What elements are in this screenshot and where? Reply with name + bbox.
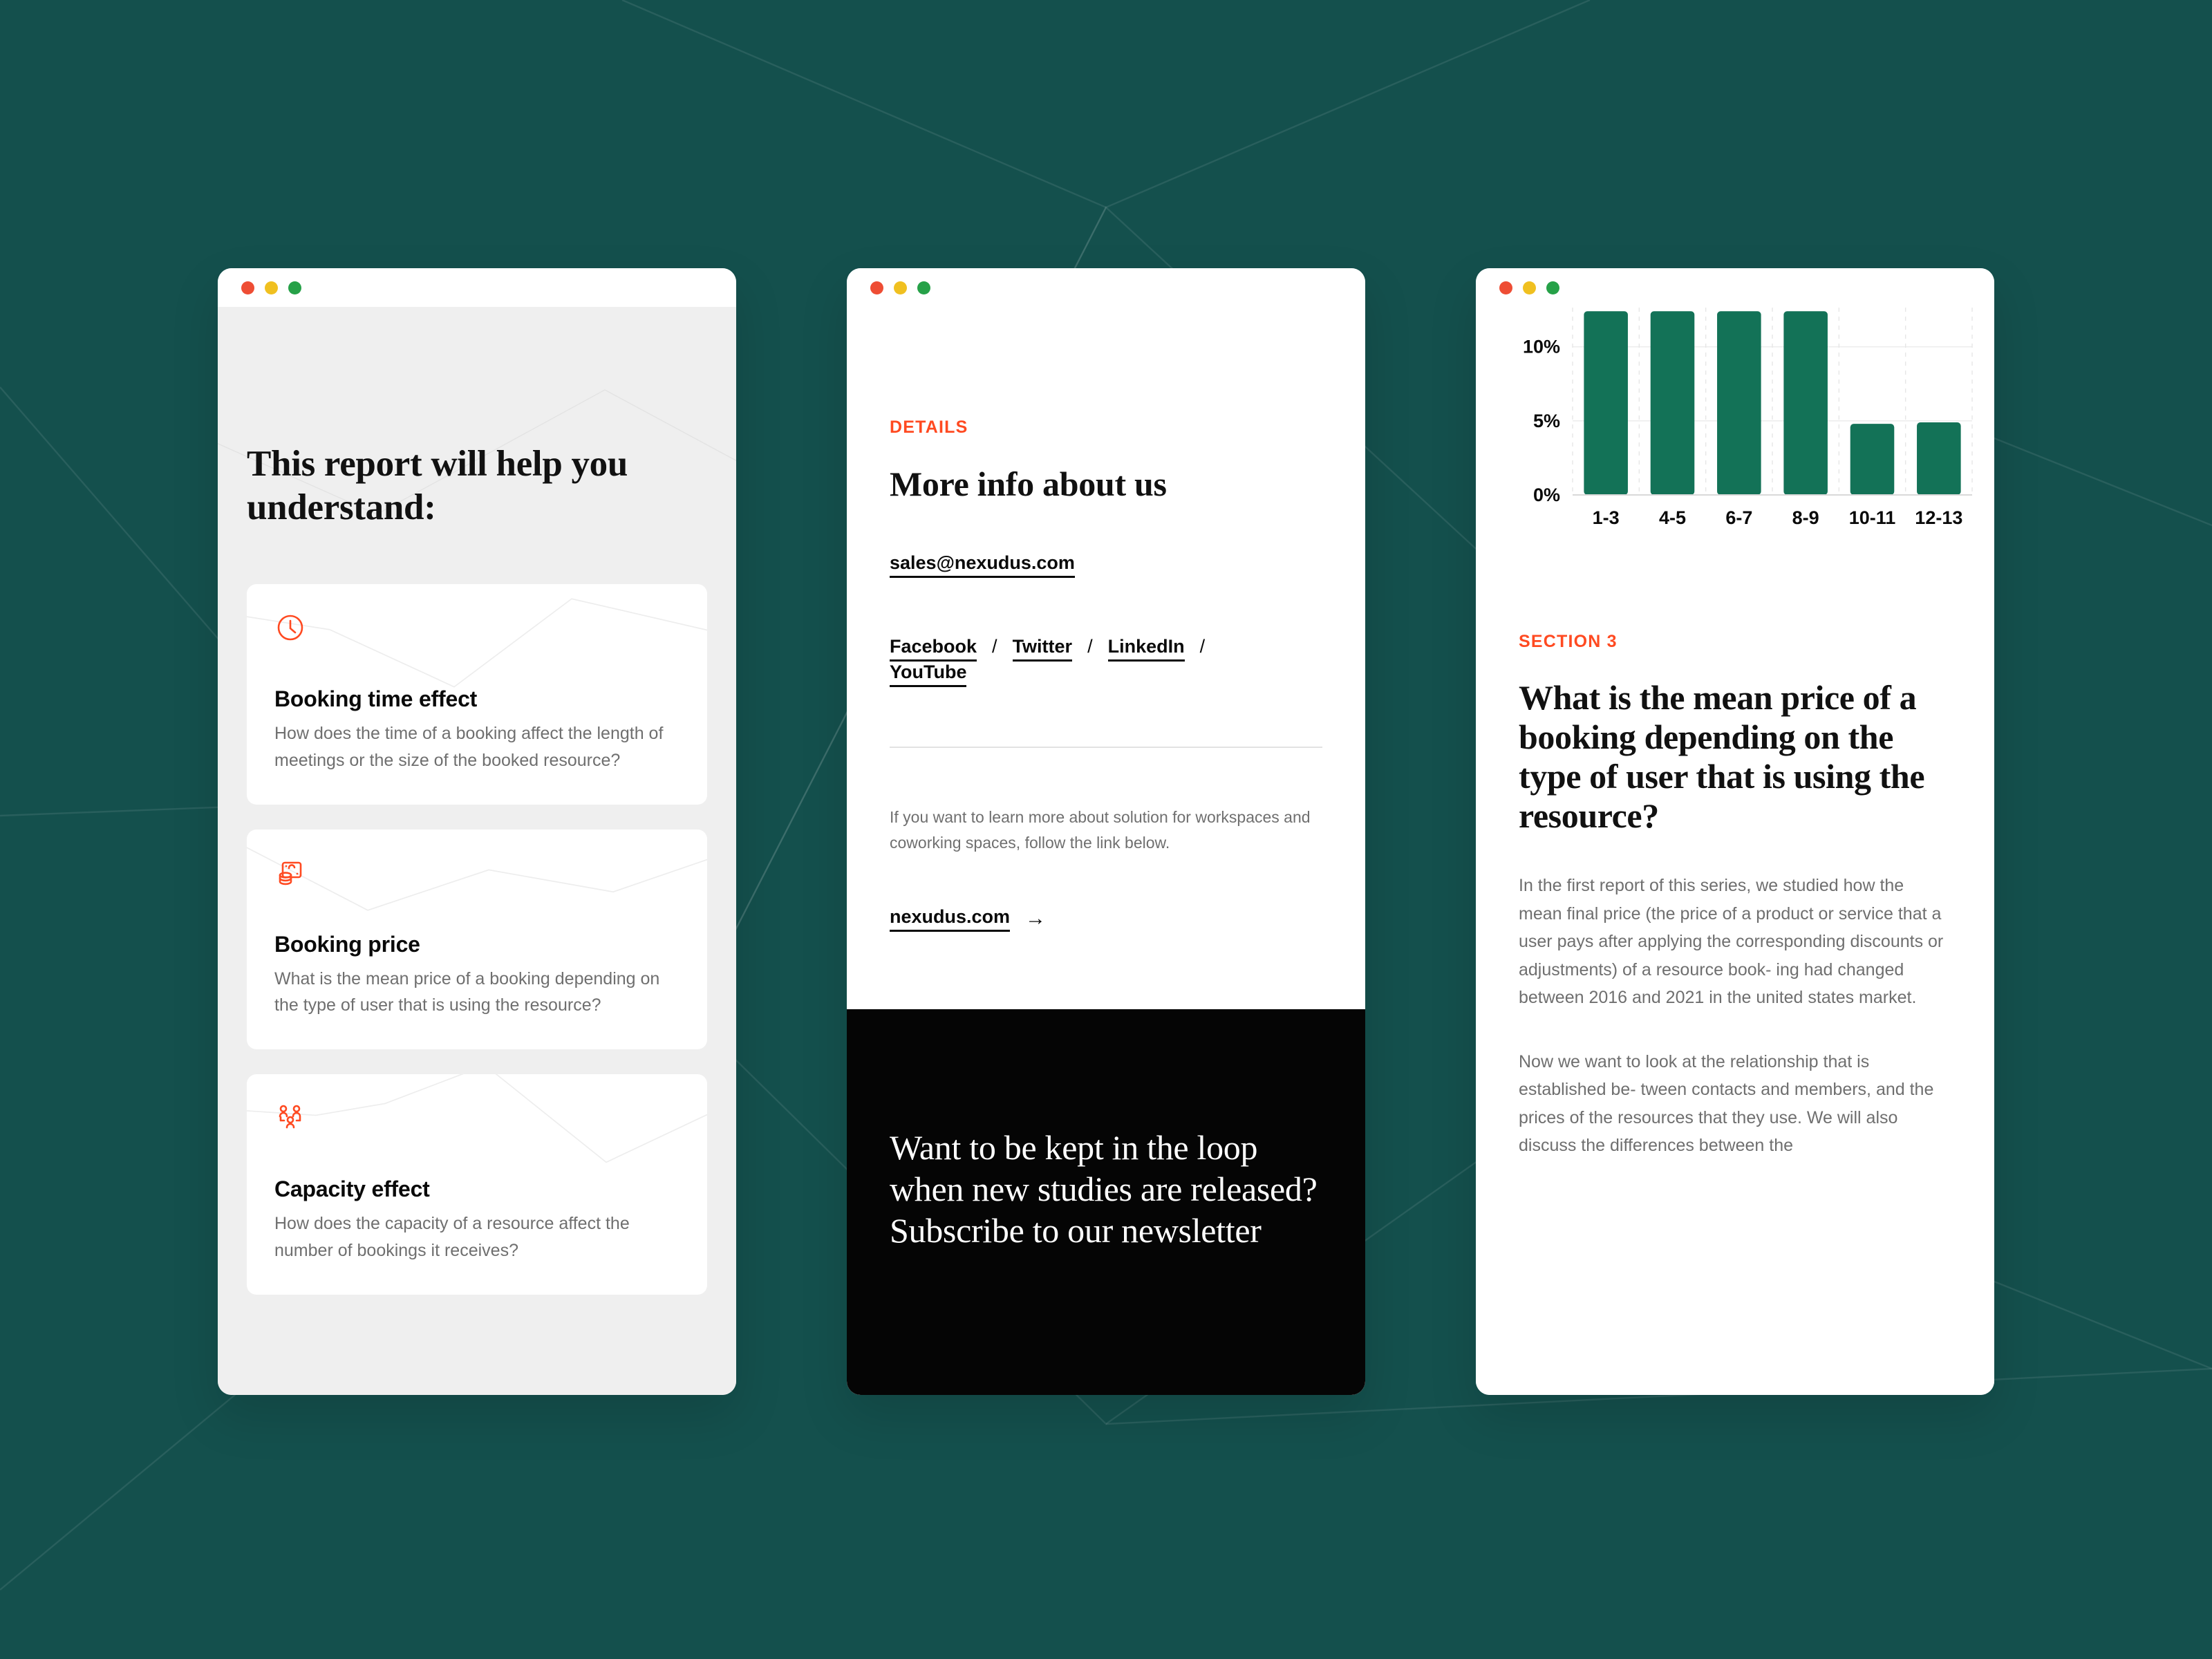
topic-card-booking-time-effect[interactable]: Booking time effect How does the time of… [247, 584, 707, 805]
money-coins-icon [274, 857, 306, 889]
newsletter-banner: Want to be kept in the loop when new stu… [847, 1009, 1365, 1395]
report-overview-page: This report will help you understand: Bo… [218, 307, 736, 1395]
window-viewport: This report will help you understand: Bo… [218, 307, 736, 1395]
separator-slash: / [992, 636, 997, 657]
clock-icon [274, 612, 306, 644]
social-link-facebook[interactable]: Facebook [890, 636, 977, 662]
email-link[interactable]: sales@nexudus.com [890, 552, 1075, 578]
separator-slash: / [1199, 636, 1206, 657]
svg-text:4-5: 4-5 [1659, 507, 1686, 528]
svg-text:10-11: 10-11 [1849, 507, 1896, 528]
contact-details-page: DETAILS More info about us sales@nexudus… [847, 307, 1365, 1395]
section-divider [890, 747, 1322, 748]
bar-chart-svg: 0% 5% 10% 1-3 4-5 6-7 8-9 10-11 12-13 [1523, 307, 1973, 528]
window-titlebar [847, 268, 1365, 307]
close-window-dot[interactable] [870, 281, 883, 294]
topic-card-list: Booking time effect How does the time of… [247, 584, 707, 1295]
social-link-twitter[interactable]: Twitter [1012, 636, 1073, 662]
panels-stage: This report will help you understand: Bo… [0, 0, 2212, 1659]
window-viewport: DETAILS More info about us sales@nexudus… [847, 307, 1365, 1395]
maximize-window-dot[interactable] [288, 281, 301, 294]
topic-card-capacity-effect[interactable]: Capacity effect How does the capacity of… [247, 1074, 707, 1295]
separator-slash: / [1087, 636, 1093, 657]
contact-details-body: DETAILS More info about us sales@nexudus… [847, 307, 1365, 932]
contact-note: If you want to learn more about solution… [890, 808, 1311, 852]
newsletter-heading: Want to be kept in the loop when new stu… [890, 1127, 1318, 1250]
section-eyebrow: SECTION 3 [1519, 632, 1618, 651]
section-paragraph: Now we want to look at the relationship … [1519, 1051, 1934, 1156]
section-three-page: 0% 5% 10% 1-3 4-5 6-7 8-9 10-11 12-13 SECTION 3 … [1476, 307, 1994, 1395]
section-paragraph: In the first report of this series, we s… [1519, 876, 1944, 1007]
minimize-window-dot[interactable] [265, 281, 278, 294]
topic-card-title: Booking price [274, 931, 420, 957]
section-heading: More info about us [890, 465, 1167, 503]
minimize-window-dot[interactable] [1523, 281, 1536, 294]
topic-card-description: How does the time of a booking affect th… [274, 724, 664, 770]
window-report-overview: This report will help you understand: Bo… [218, 268, 736, 1395]
website-link-row[interactable]: nexudus.com → [890, 906, 1322, 932]
window-section-three: 0% 5% 10% 1-3 4-5 6-7 8-9 10-11 12-13 SECTION 3 … [1476, 268, 1994, 1395]
website-link[interactable]: nexudus.com [890, 906, 1011, 932]
topic-card-title: Booking time effect [274, 686, 478, 712]
window-viewport: 0% 5% 10% 1-3 4-5 6-7 8-9 10-11 12-13 SECTION 3 … [1476, 307, 1994, 1395]
minimize-window-dot[interactable] [894, 281, 907, 294]
social-link-linkedin[interactable]: LinkedIn [1107, 636, 1185, 662]
section-three-body: SECTION 3 What is the mean price of a bo… [1476, 564, 1994, 1160]
arrow-right-icon: → [1025, 907, 1047, 930]
topic-card-description: What is the mean price of a booking depe… [274, 968, 660, 1015]
topic-card-title: Capacity effect [274, 1177, 430, 1202]
close-window-dot[interactable] [241, 281, 254, 294]
svg-text:5%: 5% [1533, 411, 1560, 431]
social-links-row: Facebook / Twitter / LinkedIn / YouTube [890, 636, 1277, 687]
maximize-window-dot[interactable] [917, 281, 930, 294]
svg-text:0%: 0% [1533, 485, 1560, 505]
svg-text:12-13: 12-13 [1915, 507, 1962, 528]
social-link-youtube[interactable]: YouTube [890, 662, 967, 687]
section-heading: What is the mean price of a booking depe… [1519, 678, 1925, 835]
topic-card-description: How does the capacity of a resource affe… [274, 1214, 630, 1260]
svg-text:1-3: 1-3 [1593, 507, 1620, 528]
close-window-dot[interactable] [1499, 281, 1512, 294]
maximize-window-dot[interactable] [1546, 281, 1559, 294]
bar-chart: 0% 5% 10% 1-3 4-5 6-7 8-9 10-11 12-13 [1476, 307, 1994, 564]
page-title: This report will help you understand: [247, 444, 628, 527]
topic-card-booking-price[interactable]: Booking price What is the mean price of … [247, 829, 707, 1050]
svg-text:6-7: 6-7 [1725, 507, 1752, 528]
svg-text:8-9: 8-9 [1792, 507, 1819, 528]
window-contact-details: DETAILS More info about us sales@nexudus… [847, 268, 1365, 1395]
section-eyebrow: DETAILS [890, 418, 968, 437]
svg-text:10%: 10% [1523, 337, 1560, 357]
window-titlebar [1476, 268, 1994, 307]
people-group-icon [274, 1102, 306, 1134]
window-titlebar [218, 268, 736, 307]
